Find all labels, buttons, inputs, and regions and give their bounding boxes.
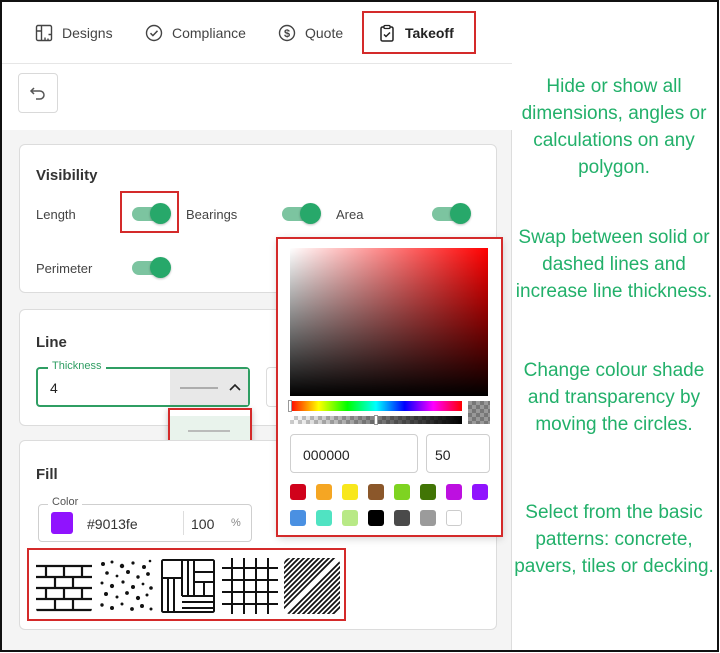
tab-designs[interactable]: Designs xyxy=(35,20,113,46)
chevron-up-icon xyxy=(229,383,241,391)
perimeter-label: Perimeter xyxy=(36,261,93,276)
dollar-circle-icon: $ xyxy=(278,24,296,42)
line-style-select[interactable] xyxy=(170,369,248,405)
bearings-label: Bearings xyxy=(186,207,238,222)
line-title: Line xyxy=(36,334,67,351)
length-label: Length xyxy=(36,207,76,222)
color-field-divider xyxy=(183,511,184,535)
tab-compliance[interactable]: Compliance xyxy=(145,20,246,46)
tab-compliance-label: Compliance xyxy=(172,25,246,41)
tab-quote-label: Quote xyxy=(305,25,344,41)
area-toggle[interactable] xyxy=(432,203,472,224)
highlight-patterns xyxy=(27,548,346,621)
undo-button[interactable] xyxy=(18,73,58,113)
fill-opacity-unit: % xyxy=(231,517,241,529)
tab-designs-label: Designs xyxy=(62,25,113,41)
highlight-length-toggle xyxy=(120,191,179,233)
highlight-color-picker xyxy=(276,237,503,537)
check-circle-icon xyxy=(145,24,163,42)
bearings-toggle[interactable] xyxy=(282,203,322,224)
solid-line-icon xyxy=(180,387,218,389)
note-visibility: Hide or show all dimensions, angles or c… xyxy=(521,76,707,178)
fill-color-swatch[interactable] xyxy=(51,512,73,534)
thickness-label: Thickness xyxy=(48,360,106,372)
note-colour: Change colour shade and transparency by … xyxy=(523,360,705,435)
toolbar xyxy=(2,64,512,130)
fill-title: Fill xyxy=(36,466,58,483)
color-label: Color xyxy=(48,496,83,508)
area-label: Area xyxy=(336,207,364,222)
visibility-title: Visibility xyxy=(36,167,98,184)
tab-quote[interactable]: $ Quote xyxy=(278,20,343,46)
undo-icon xyxy=(29,87,45,100)
svg-text:$: $ xyxy=(284,28,290,40)
thickness-field[interactable]: Thickness 4 xyxy=(36,360,250,407)
fill-opacity-value[interactable]: 100 xyxy=(191,516,214,532)
note-patterns: Select from the basic patterns: concrete… xyxy=(514,502,714,577)
fill-color-hex[interactable]: #9013fe xyxy=(87,516,138,532)
thickness-value: 4 xyxy=(50,380,58,396)
highlight-takeoff-tab xyxy=(362,11,476,54)
ruler-square-icon xyxy=(35,24,53,42)
note-line: Swap between solid or dashed lines and i… xyxy=(515,227,713,302)
fill-color-field[interactable]: Color #9013fe 100 % xyxy=(38,496,252,542)
perimeter-toggle[interactable] xyxy=(132,257,172,278)
